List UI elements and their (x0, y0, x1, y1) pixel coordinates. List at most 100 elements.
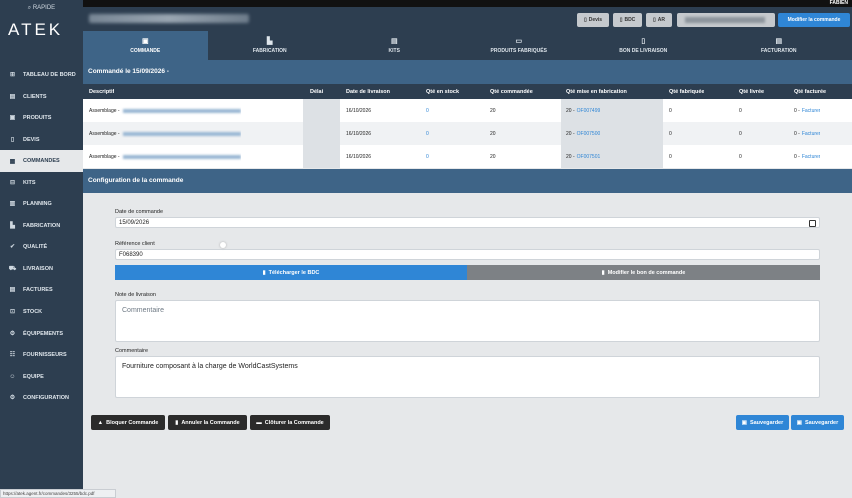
calendar-icon[interactable] (809, 220, 816, 227)
devis-button[interactable]: ▯ Devis (577, 13, 609, 27)
row-stock[interactable]: 0 (426, 99, 429, 122)
search-icon: ⌕ (27, 5, 32, 11)
tab-fabrication[interactable]: ▙ FABRICATION (208, 31, 333, 60)
status-url: https://atek.agent.fr/commandes/3255/bdc… (0, 489, 116, 498)
sidebar: ⌕ RAPIDE ATEK ⊞ TABLEAU DE BORD ▤ CLIENT… (0, 0, 83, 498)
sidebar-item-equipements[interactable]: ⚙ ÉQUIPEMENTS (0, 324, 83, 343)
close-order-label: Clôturer la Commande (264, 419, 324, 426)
delivery-note-icon: ▯ (641, 38, 646, 45)
logo[interactable]: ATEK (8, 20, 63, 40)
row-livree: 0 (739, 153, 742, 160)
col-header-qte-livree: Qté livrée (739, 88, 765, 95)
tab-produits-fabriques[interactable]: ▭ PRODUITS FABRIQUÉS (457, 31, 582, 60)
save-button[interactable]: ▣ Sauvegarder (736, 415, 789, 430)
sidebar-item-planning[interactable]: ▥ PLANNING (0, 194, 83, 213)
tab-bon-de-livraison[interactable]: ▯ BON DE LIVRAISON (581, 31, 706, 60)
tab-kits[interactable]: ▤ KITS (332, 31, 457, 60)
tab-commande[interactable]: ▣ COMMANDE (83, 31, 208, 60)
row-stock[interactable]: 0 (426, 122, 429, 145)
order-date-value: 15/09/2026 (119, 219, 150, 226)
download-bdc-button[interactable]: ▮ Télécharger le BDC (115, 265, 467, 280)
row-commandee: 20 (490, 153, 496, 160)
comment-textarea[interactable]: Fourniture composant à la charge de Worl… (115, 356, 820, 398)
row-livree: 0 (739, 130, 742, 137)
sidebar-item-label: LIVRAISON (23, 265, 53, 272)
comment-value: Fourniture composant à la charge de Worl… (122, 363, 298, 370)
modifier-commande-button[interactable]: Modifier la commande (778, 13, 850, 27)
team-icon: ☺ (9, 373, 16, 380)
row-stock[interactable]: 0 (426, 145, 429, 168)
user-name[interactable]: FABIEN (830, 0, 848, 7)
client-ref-input[interactable]: F068390 (115, 249, 820, 260)
facturer-link[interactable]: Facturer (802, 154, 821, 160)
sidebar-item-factures[interactable]: ▤ FACTURES (0, 280, 83, 299)
tab-label: FACTURATION (761, 48, 797, 54)
archive-icon: ▬ (256, 419, 262, 426)
contact-card-icon: ▤ (9, 94, 16, 100)
sidebar-item-kits[interactable]: ⊟ KITS (0, 173, 83, 192)
sidebar-item-commandes[interactable]: ▦ COMMANDES (0, 150, 83, 172)
table-row: Assemblage - 16/10/2026 0 20 20 - OF0075… (83, 122, 852, 145)
quick-search[interactable]: ⌕ RAPIDE (0, 5, 83, 12)
save-button-secondary[interactable]: ▣ Sauvegarder (791, 415, 844, 430)
sidebar-item-label: EQUIPE (23, 373, 44, 380)
warning-icon: ▲ (97, 419, 104, 426)
truck-icon: ⛟ (8, 265, 17, 272)
save-icon: ▣ (741, 419, 747, 426)
sidebar-item-qualite[interactable]: ✔ QUALITÉ (0, 237, 83, 256)
header: ▯ Devis ▯ BDC ▯ AR Modifier la commande (83, 7, 852, 31)
close-order-button[interactable]: ▬ Clôturer la Commande (250, 415, 330, 430)
block-order-button[interactable]: ▲ Bloquer Commande (91, 415, 165, 430)
row-facturee: 0 - (794, 107, 800, 114)
tab-label: KITS (388, 48, 400, 54)
row-of-link[interactable]: OF007500 (577, 131, 601, 137)
client-select-redacted[interactable] (677, 13, 775, 27)
facturer-link[interactable]: Facturer (802, 131, 821, 137)
delivery-note-textarea[interactable]: Commentaire (115, 300, 820, 342)
sidebar-item-label: ÉQUIPEMENTS (23, 330, 64, 337)
row-facturee: 0 - (794, 153, 800, 160)
file-icon: ▮ (262, 269, 266, 276)
facturer-link[interactable]: Facturer (802, 108, 821, 114)
suppliers-icon: ☷ (9, 352, 16, 358)
sidebar-item-clients[interactable]: ▤ CLIENTS (0, 87, 83, 106)
row-of-link[interactable]: OF007499 (577, 108, 601, 114)
sidebar-item-fournisseurs[interactable]: ☷ FOURNISSEURS (0, 345, 83, 364)
row-fab-qty: 20 - (566, 130, 575, 137)
sidebar-item-tableau-de-bord[interactable]: ⊞ TABLEAU DE BORD (0, 65, 83, 84)
col-header-qte-fabriquee: Qté fabriquée (669, 88, 705, 95)
col-header-qte-commandee: Qté commandée (490, 88, 533, 95)
sidebar-item-devis[interactable]: ▯ DEVIS (0, 130, 83, 149)
row-date: 16/10/2026 (346, 130, 372, 137)
row-desc: Assemblage - (89, 153, 120, 160)
sidebar-item-livraison[interactable]: ⛟ LIVRAISON (0, 259, 83, 278)
order-date-input[interactable]: 15/09/2026 (115, 217, 820, 228)
row-commandee: 20 (490, 130, 496, 137)
sidebar-item-stock[interactable]: ⊡ STOCK (0, 302, 83, 321)
row-fabriquee: 0 (669, 107, 672, 114)
table-header: Descriptif Délai Date de livraison Qté e… (83, 84, 852, 99)
sidebar-item-label: PRODUITS (23, 114, 52, 121)
cancel-order-button[interactable]: ▮ Annuler la Commande (168, 415, 247, 430)
row-of-link[interactable]: OF007501 (577, 154, 601, 160)
client-ref-value: F068390 (119, 251, 143, 258)
products-icon: ▣ (9, 115, 16, 121)
sidebar-item-configuration[interactable]: ⚙ CONFIGURATION (0, 388, 83, 407)
sidebar-item-fabrication[interactable]: ▙ FABRICATION (0, 216, 83, 235)
modify-bdc-button[interactable]: ▮ Modifier le bon de commande (467, 265, 820, 280)
row-desc: Assemblage - (89, 130, 120, 137)
sidebar-item-equipe[interactable]: ☺ EQUIPE (0, 367, 83, 386)
row-date: 16/10/2026 (346, 107, 372, 114)
row-fabriquee: 0 (669, 130, 672, 137)
bdc-button[interactable]: ▯ BDC (613, 13, 642, 27)
tab-bar: ▣ COMMANDE ▙ FABRICATION ▤ KITS ▭ PRODUI… (83, 31, 852, 60)
sidebar-item-produits[interactable]: ▣ PRODUITS (0, 108, 83, 127)
page-title-redacted (89, 14, 249, 23)
factory-icon: ▙ (10, 223, 15, 229)
client-ref-label: Référence client (115, 241, 155, 247)
ar-button[interactable]: ▯ AR (646, 13, 672, 27)
sidebar-item-label: COMMANDES (23, 158, 60, 164)
tab-facturation[interactable]: ▤ FACTURATION (706, 31, 852, 60)
modify-bdc-label: Modifier le bon de commande (607, 269, 686, 276)
factory-icon: ▙ (267, 38, 273, 45)
